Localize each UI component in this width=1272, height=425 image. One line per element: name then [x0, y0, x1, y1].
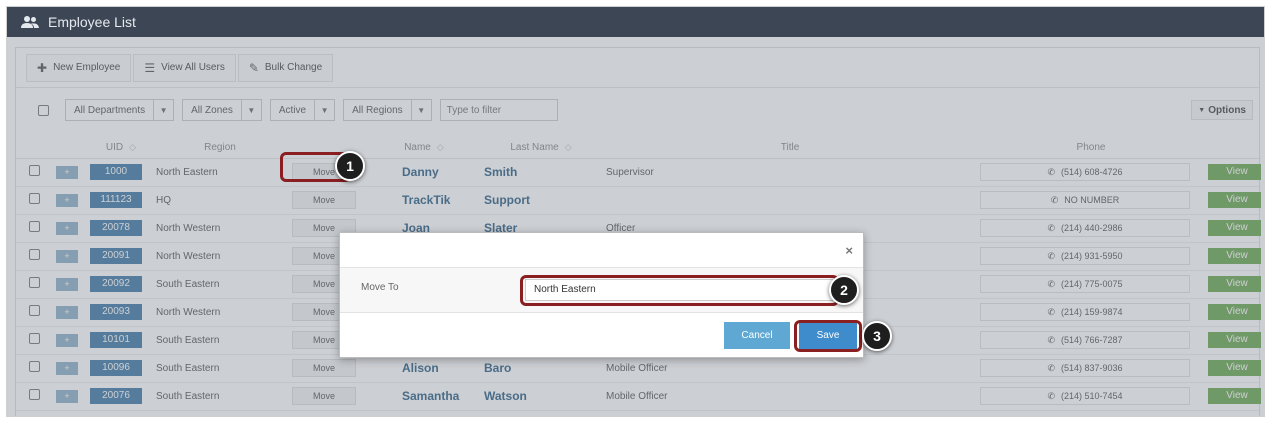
callout-one: 1 [335, 151, 365, 181]
users-icon [21, 16, 39, 28]
dialog-header: × [340, 233, 863, 268]
callout-three: 3 [862, 321, 892, 351]
callout-two: 2 [829, 275, 859, 305]
dialog-footer: Cancel Save [340, 313, 863, 358]
title-bar: Employee List [7, 7, 1264, 37]
move-to-label: Move To [361, 282, 399, 293]
move-to-value: North Eastern [534, 284, 596, 295]
move-dialog: × Move To North Eastern Cancel Save [339, 232, 864, 358]
dialog-body: Move To North Eastern [340, 268, 863, 313]
cancel-button[interactable]: Cancel [724, 322, 790, 349]
modal-backdrop[interactable] [7, 37, 1264, 416]
close-icon[interactable]: × [845, 243, 853, 258]
save-button[interactable]: Save [799, 322, 857, 349]
page-title: Employee List [48, 14, 136, 30]
app-window: Employee List ✚ New Employee ☰ View All … [6, 6, 1265, 417]
move-to-select[interactable]: North Eastern [525, 279, 835, 301]
